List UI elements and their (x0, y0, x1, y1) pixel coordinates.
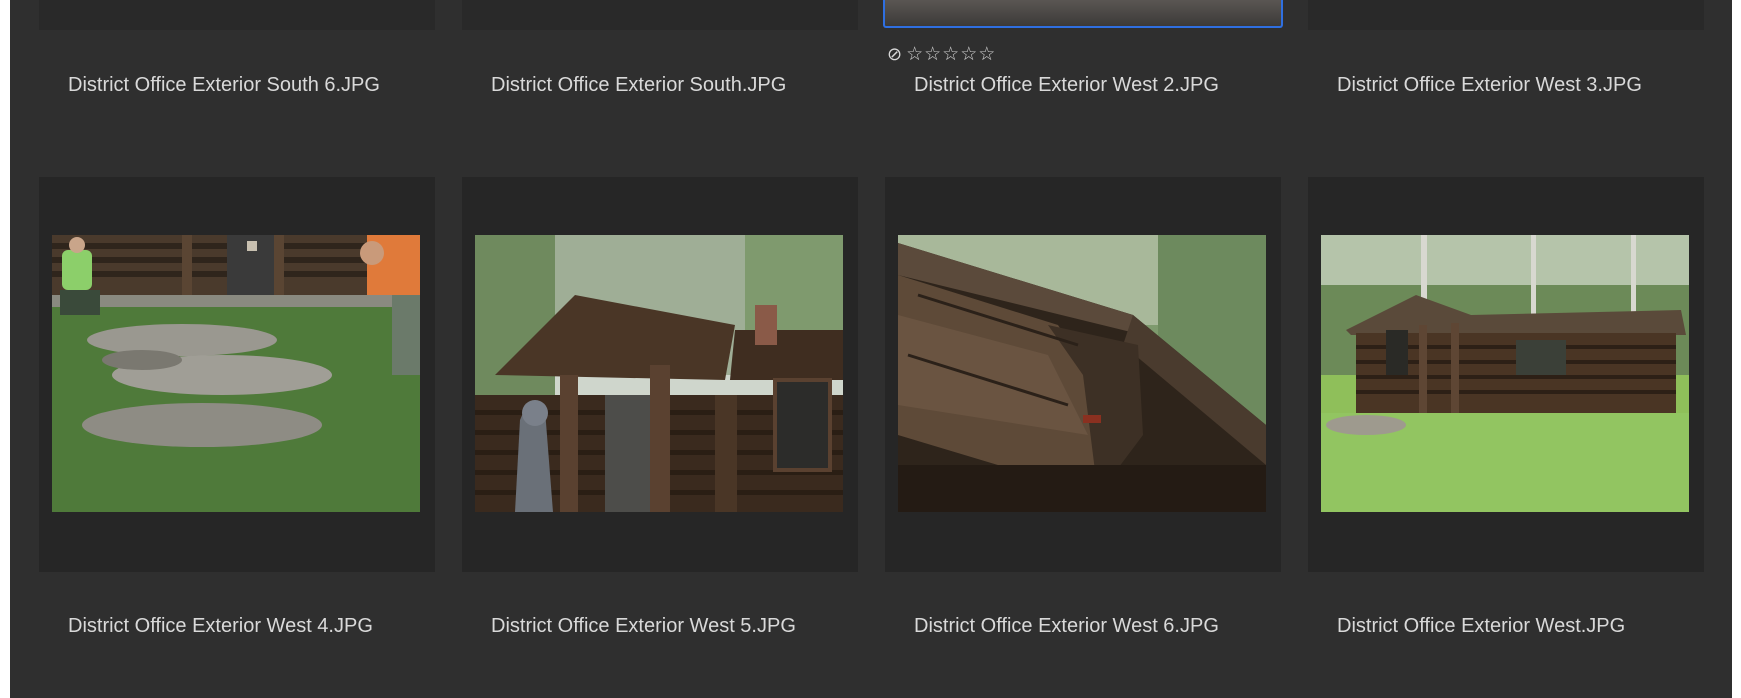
grid-cell[interactable]: District Office Exterior West.JPG (1308, 177, 1704, 647)
photo-thumbnail[interactable] (52, 235, 420, 512)
thumbnail-selected[interactable] (883, 0, 1283, 28)
thumbnail-card[interactable] (885, 177, 1281, 572)
thumbnail[interactable] (39, 0, 435, 30)
grid-cell[interactable]: District Office Exterior West 4.JPG (39, 177, 435, 647)
thumbnail-card[interactable] (1308, 177, 1704, 572)
thumbnail-card[interactable] (39, 177, 435, 572)
file-name: District Office Exterior West 6.JPG (914, 615, 1219, 637)
thumbnail[interactable] (462, 0, 858, 30)
grid-cell[interactable]: District Office Exterior South.JPG (462, 0, 858, 100)
photo-thumbnail[interactable] (898, 235, 1266, 512)
grid-cell-selected[interactable]: ⊘ ☆☆☆☆☆ District Office Exterior West 2.… (883, 0, 1283, 100)
file-name: District Office Exterior South.JPG (491, 74, 787, 96)
file-name: District Office Exterior West.JPG (1337, 615, 1626, 637)
file-name: District Office Exterior West 2.JPG (914, 74, 1219, 96)
file-name: District Office Exterior South 6.JPG (68, 74, 380, 96)
photo-thumbnail[interactable] (475, 235, 843, 512)
file-name: District Office Exterior West 5.JPG (491, 615, 796, 637)
grid-cell[interactable]: District Office Exterior West 6.JPG (885, 177, 1281, 647)
rating-control[interactable]: ⊘ ☆☆☆☆☆ (887, 42, 996, 66)
grid-cell[interactable]: District Office Exterior South 6.JPG (39, 0, 435, 100)
file-name: District Office Exterior West 3.JPG (1337, 74, 1642, 96)
thumbnail[interactable] (1308, 0, 1704, 30)
star-rating-icons[interactable]: ☆☆☆☆☆ (906, 43, 996, 65)
grid-cell[interactable]: District Office Exterior West 5.JPG (462, 177, 858, 647)
reject-icon[interactable]: ⊘ (887, 44, 903, 65)
photo-thumbnail[interactable] (1321, 235, 1689, 512)
photo-grid: District Office Exterior South 6.JPG Dis… (10, 0, 1732, 698)
grid-cell[interactable]: District Office Exterior West 3.JPG (1308, 0, 1704, 100)
file-name: District Office Exterior West 4.JPG (68, 615, 373, 637)
thumbnail-card[interactable] (462, 177, 858, 572)
